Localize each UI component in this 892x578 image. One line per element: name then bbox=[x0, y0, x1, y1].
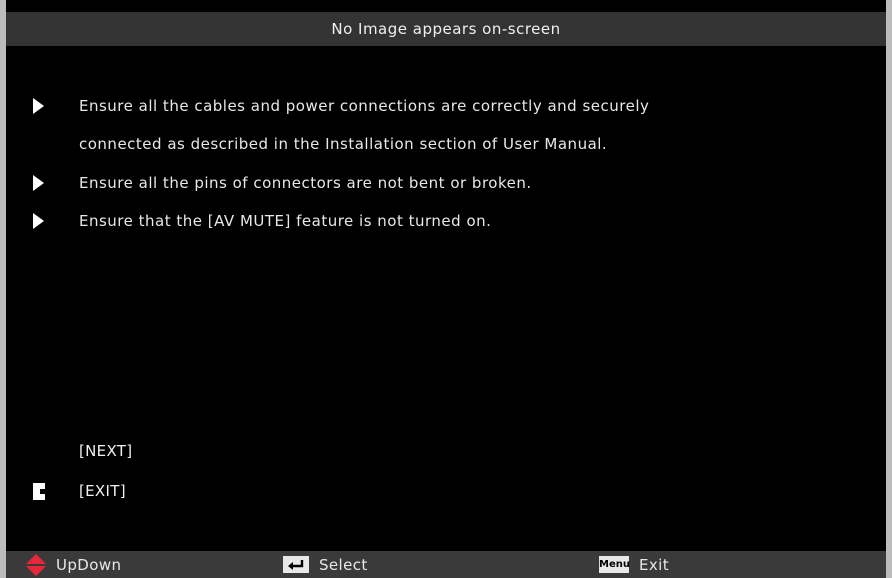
osd-dialog: No Image appears on-screen Ensure all th… bbox=[6, 0, 886, 578]
menu-key-icon: Menu bbox=[599, 556, 630, 573]
tip-text: connected as described in the Installati… bbox=[79, 135, 608, 153]
dialog-title: No Image appears on-screen bbox=[331, 20, 561, 38]
tip-item-cables-continued: connected as described in the Installati… bbox=[6, 127, 886, 161]
hint-select-label: Select bbox=[319, 555, 368, 574]
selection-cursor-icon bbox=[33, 483, 45, 500]
hint-updown-label: UpDown bbox=[56, 555, 122, 574]
hint-updown: UpDown bbox=[26, 551, 121, 578]
updown-arrows-icon bbox=[26, 553, 46, 576]
tip-item-pins: Ensure all the pins of connectors are no… bbox=[6, 166, 886, 200]
option-exit-label: [EXIT] bbox=[79, 482, 126, 500]
hint-select: Select bbox=[283, 551, 368, 578]
tip-text: Ensure all the pins of connectors are no… bbox=[79, 174, 532, 192]
dialog-title-bar: No Image appears on-screen bbox=[6, 12, 886, 46]
bullet-arrow-icon bbox=[33, 175, 44, 191]
tip-item-cables: Ensure all the cables and power connecti… bbox=[6, 89, 886, 123]
hint-exit: Menu Exit bbox=[599, 551, 669, 578]
tip-text: Ensure that the [AV MUTE] feature is not… bbox=[79, 212, 492, 230]
hint-exit-label: Exit bbox=[639, 555, 670, 574]
option-next-label: [NEXT] bbox=[79, 442, 133, 460]
option-next[interactable]: [NEXT] bbox=[6, 434, 886, 468]
enter-key-icon bbox=[283, 556, 309, 573]
bullet-arrow-icon bbox=[33, 213, 44, 229]
tip-text: Ensure all the cables and power connecti… bbox=[79, 97, 650, 115]
option-exit[interactable]: [EXIT] bbox=[6, 474, 886, 508]
key-hint-bar: UpDown Select Menu Exit bbox=[6, 551, 886, 578]
tip-item-av-mute: Ensure that the [AV MUTE] feature is not… bbox=[6, 204, 886, 238]
bullet-arrow-icon bbox=[33, 98, 44, 114]
